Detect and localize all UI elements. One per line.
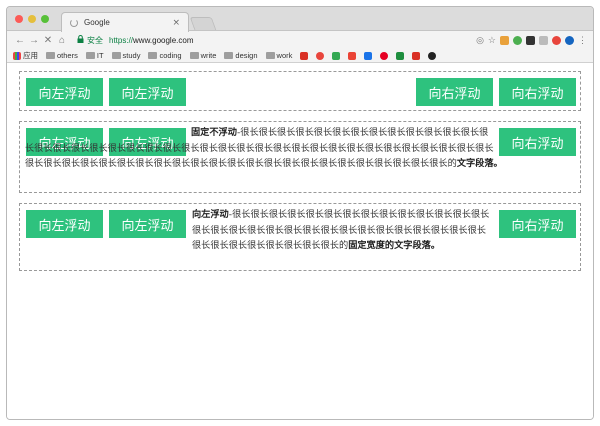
star-icon[interactable]: ☆ xyxy=(488,35,496,46)
bookmark-label: others xyxy=(57,51,78,60)
tab-close-icon[interactable]: × xyxy=(172,18,180,28)
address-bar[interactable]: 安全 https:// www.google.com xyxy=(77,35,476,46)
excel-icon[interactable] xyxy=(396,51,405,60)
tab-google[interactable]: Google × xyxy=(61,12,189,32)
bookmark-write[interactable]: write xyxy=(189,51,217,60)
float-demo-box-2: 向左浮动 向左浮动 向右浮动 固定不浮动-很长很长很长很长很长很长很长很长很长很… xyxy=(19,121,581,193)
float-right-button[interactable]: 向右浮动 xyxy=(416,78,493,106)
pinterest-icon[interactable] xyxy=(380,51,389,60)
paragraph-tail: 文字段落。 xyxy=(456,158,503,170)
non-float-paragraph: 固定不浮动-很长很长很长很长很长很长很长很长很长很长很长很长很长很长很长很长很长… xyxy=(25,125,577,172)
paragraph-lead: 固定不浮动 xyxy=(191,127,237,138)
close-window-button[interactable] xyxy=(15,15,23,23)
folder-icon xyxy=(85,52,95,59)
bookmark-label: study xyxy=(122,51,141,60)
folder-icon xyxy=(46,52,55,59)
folder-icon xyxy=(111,52,121,59)
apps-icon xyxy=(13,51,21,60)
bookmark-coding[interactable]: coding xyxy=(148,51,182,60)
bookmark-label: 应用 xyxy=(23,51,38,60)
folder-icon xyxy=(189,52,199,59)
minimize-window-button[interactable] xyxy=(28,15,36,23)
bookmark-label: work xyxy=(276,51,293,60)
home-icon[interactable]: ⌂ xyxy=(55,35,69,46)
bookmark-work[interactable]: work xyxy=(265,51,293,60)
bookmark-it[interactable]: IT xyxy=(85,51,104,60)
paragraph-lead: 向左浮动 xyxy=(192,209,229,220)
bookmark-label: coding xyxy=(159,51,182,60)
forward-icon[interactable]: → xyxy=(27,35,41,46)
float-left-button[interactable]: 向左浮动 xyxy=(26,78,103,106)
bookmark-icon[interactable] xyxy=(332,51,341,60)
secure-label: 安全 xyxy=(87,35,103,45)
extension-icon[interactable] xyxy=(552,35,561,45)
bookmark-icon[interactable] xyxy=(428,51,437,60)
browser-window: Google × ← → ✕ ⌂ 安全 https:// www.google.… xyxy=(6,6,594,420)
stop-icon[interactable]: ✕ xyxy=(41,35,55,46)
paragraph-body: -很长很长很长很长很长很长很长很长很长很长很长很长很长很长很长很长很长很长很长很… xyxy=(25,127,494,170)
tab-strip: Google × xyxy=(7,7,593,32)
paragraph-body: -很长很长很长很长很长很长很长很长很长很长很长很长很长很长很长很长很长很长很长很… xyxy=(192,209,490,252)
bookmark-label: IT xyxy=(96,51,104,60)
page-content: 向左浮动 向左浮动 向右浮动 向右浮动 向左浮动 向左浮动 向右浮动 固定不浮动… xyxy=(7,63,593,419)
bookmark-icon[interactable] xyxy=(364,51,373,60)
bookmark-others[interactable]: others xyxy=(46,51,78,60)
float-demo-box-3: 向左浮动 向左浮动 向右浮动 向左浮动-很长很长很长很长很长很长很长很长很长很长… xyxy=(19,203,581,271)
maximize-window-button[interactable] xyxy=(41,15,49,23)
menu-icon[interactable]: ⋮ xyxy=(578,35,587,46)
extension-icon[interactable] xyxy=(513,35,522,45)
float-left-button[interactable]: 向左浮动 xyxy=(109,210,186,238)
bookmark-apps[interactable]: 应用 xyxy=(13,50,38,61)
new-tab-button[interactable] xyxy=(189,17,217,30)
float-right-button[interactable]: 向右浮动 xyxy=(499,210,576,238)
fixed-width-paragraph: 向左浮动-很长很长很长很长很长很长很长很长很长很长很长很长很长很长很长很长很长很… xyxy=(192,207,494,254)
gmail-icon[interactable] xyxy=(300,51,309,60)
lock-icon xyxy=(77,35,84,45)
float-right-button[interactable]: 向右浮动 xyxy=(499,78,576,106)
float-left-button[interactable]: 向左浮动 xyxy=(26,210,103,238)
bookmark-label: write xyxy=(200,51,217,60)
url-host: www.google.com xyxy=(133,35,194,45)
weibo-icon[interactable] xyxy=(316,51,325,60)
bookmark-icon[interactable] xyxy=(412,51,421,60)
bookmarks-bar: 应用 others IT study coding write design w… xyxy=(7,49,593,63)
extension-icon[interactable] xyxy=(500,35,509,45)
toolbar: ← → ✕ ⌂ 安全 https:// www.google.com ◎ ☆ ⋮ xyxy=(7,31,593,49)
back-icon[interactable]: ← xyxy=(13,35,27,46)
location-icon[interactable]: ◎ xyxy=(476,35,484,46)
bookmark-label: design xyxy=(235,51,258,60)
folder-icon xyxy=(224,52,234,59)
float-demo-box-1: 向左浮动 向左浮动 向右浮动 向右浮动 xyxy=(19,71,581,111)
extension-icon[interactable] xyxy=(565,35,574,45)
paragraph-tail: 固定宽度的文字段落。 xyxy=(348,240,441,252)
bookmark-icon[interactable] xyxy=(348,51,357,60)
bookmark-design[interactable]: design xyxy=(224,51,258,60)
folder-icon xyxy=(148,52,158,59)
loading-spinner-icon xyxy=(70,18,78,27)
float-left-button[interactable]: 向左浮动 xyxy=(109,78,186,106)
tab-title: Google xyxy=(84,18,110,27)
extensions: ◎ ☆ ⋮ xyxy=(476,35,587,46)
extension-icon[interactable] xyxy=(526,35,535,45)
bookmark-study[interactable]: study xyxy=(111,51,141,60)
folder-icon xyxy=(265,52,275,59)
url-scheme: https:// xyxy=(109,35,134,45)
extension-icon[interactable] xyxy=(539,35,548,45)
